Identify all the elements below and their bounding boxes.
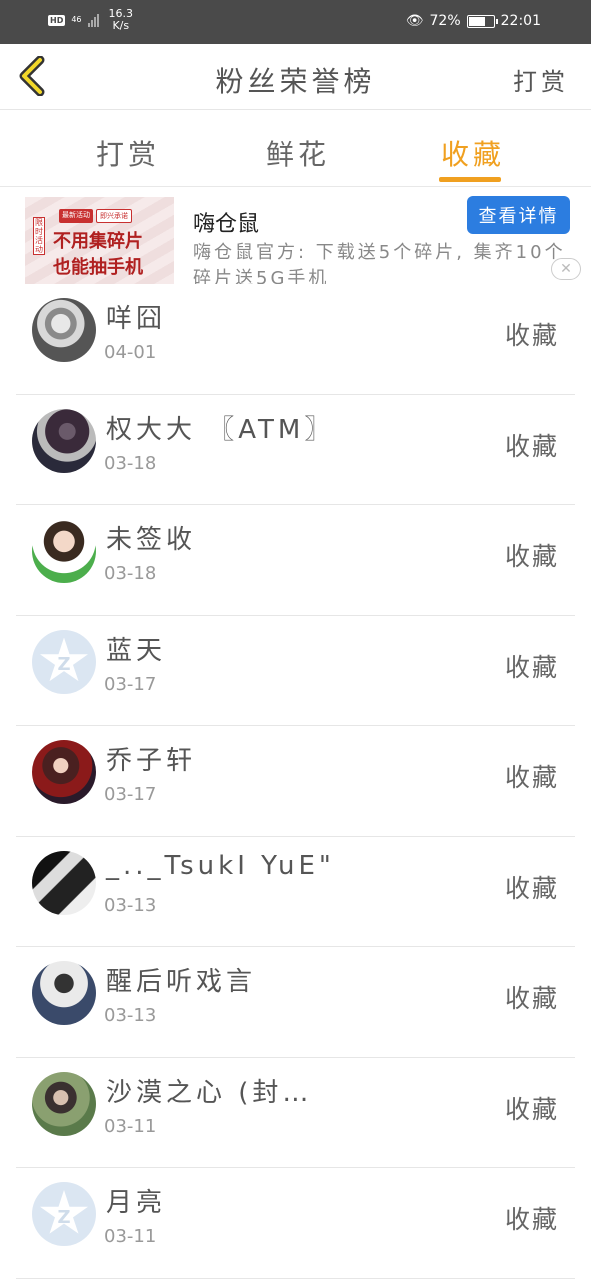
ad-image-line: 也能抽手机 <box>53 257 143 278</box>
avatar[interactable] <box>32 961 96 1025</box>
favorite-date: 03-11 <box>104 1226 157 1247</box>
list-item[interactable]: 咩囧 04-01 收藏 <box>16 284 575 395</box>
list-item[interactable]: Z 蓝天 03-17 收藏 <box>16 616 575 726</box>
avatar[interactable] <box>32 740 96 804</box>
eye-comfort-icon: 👁 <box>405 13 424 29</box>
active-tab-indicator <box>439 177 501 182</box>
battery-icon <box>466 14 498 28</box>
status-right: 👁 72% 22:01 <box>406 13 541 29</box>
default-avatar-star-icon: Z <box>40 637 88 682</box>
avatar[interactable] <box>32 298 96 362</box>
user-name[interactable]: 权大大 〖ATM〗 <box>106 409 334 446</box>
list-item[interactable]: 权大大 〖ATM〗 03-18 收藏 <box>16 395 575 505</box>
user-name[interactable]: 乔子轩 <box>106 740 196 777</box>
avatar[interactable] <box>32 850 96 915</box>
favorite-date: 03-13 <box>104 894 157 916</box>
favorite-label: 收藏 <box>504 984 559 1013</box>
user-name[interactable]: _.._TsukI YuE" <box>106 851 335 881</box>
user-name[interactable]: 咩囧 <box>106 298 166 335</box>
list-item[interactable]: 沙漠之心 (封… 03-11 收藏 <box>16 1058 575 1168</box>
ad-image[interactable]: 限时活动 最新活动 即兴承诺 不用集碎片 也能抽手机 <box>25 197 174 284</box>
ad-image-line: 不用集碎片 <box>53 231 143 252</box>
list-item[interactable]: 醒后听戏言 03-13 收藏 <box>16 947 575 1058</box>
user-name[interactable]: 未签收 <box>106 519 196 556</box>
battery-percent: 72% <box>429 13 461 29</box>
favorite-date: 03-17 <box>104 673 157 695</box>
status-left: HD 46 16.3 K/s <box>48 8 133 32</box>
avatar[interactable]: Z <box>32 629 96 694</box>
user-name[interactable]: 沙漠之心 (封… <box>106 1072 312 1109</box>
close-icon[interactable]: ✕ <box>551 258 581 280</box>
tab-bar: 打赏 鲜花 收藏 <box>0 111 591 187</box>
favorites-list: 咩囧 04-01 收藏 权大大 〖ATM〗 03-18 收藏 未签收 03-18 收藏 Z 蓝天 03… <box>0 284 591 1279</box>
ad-image-badges: 最新活动 即兴承诺 <box>59 209 132 223</box>
favorite-date: 03-17 <box>104 784 157 805</box>
favorite-date: 03-13 <box>104 1005 157 1026</box>
favorite-date: 04-01 <box>104 342 157 363</box>
user-name[interactable]: 蓝天 <box>106 630 166 667</box>
ad-title: 嗨仓鼠 <box>193 212 260 237</box>
favorite-label: 收藏 <box>504 321 559 350</box>
favorite-label: 收藏 <box>504 763 559 792</box>
favorite-label: 收藏 <box>504 542 559 571</box>
favorite-label: 收藏 <box>504 1205 559 1234</box>
network-speed: 16.3 K/s <box>109 8 134 32</box>
status-bar: HD 46 16.3 K/s 👁 72% 22:01 <box>0 0 591 44</box>
ad-image-badge: 最新活动 <box>59 209 93 223</box>
avatar[interactable] <box>32 519 96 583</box>
app-header: 粉丝荣誉榜 打赏 <box>0 44 591 110</box>
default-avatar-z-icon: Z <box>57 1206 71 1228</box>
view-details-button[interactable]: 查看详情 <box>467 196 570 234</box>
favorite-label: 收藏 <box>504 1094 559 1124</box>
avatar[interactable] <box>32 1071 96 1136</box>
favorite-label: 收藏 <box>504 431 559 461</box>
tab-favorites[interactable]: 收藏 <box>441 133 505 173</box>
signal-icon <box>87 13 99 27</box>
reward-button[interactable]: 打赏 <box>513 62 569 97</box>
favorite-date: 03-11 <box>104 1115 157 1137</box>
ad-image-tag: 限时活动 <box>33 217 45 255</box>
user-name[interactable]: 月亮 <box>106 1182 166 1219</box>
favorite-date: 03-18 <box>104 452 157 474</box>
ad-banner[interactable]: 限时活动 最新活动 即兴承诺 不用集碎片 也能抽手机 嗨仓鼠 嗨仓鼠官方: 下载… <box>0 188 591 284</box>
list-item[interactable]: 乔子轩 03-17 收藏 <box>16 726 575 837</box>
favorite-label: 收藏 <box>504 873 559 903</box>
list-item[interactable]: Z 月亮 03-11 收藏 <box>16 1168 575 1279</box>
avatar[interactable]: Z <box>32 1182 96 1246</box>
page-title: 粉丝荣誉榜 <box>215 65 376 98</box>
user-name[interactable]: 醒后听戏言 <box>106 961 256 998</box>
speed-unit: K/s <box>112 19 130 32</box>
favorite-label: 收藏 <box>504 652 559 682</box>
favorite-date: 03-18 <box>104 563 157 584</box>
list-item[interactable]: 未签收 03-18 收藏 <box>16 505 575 616</box>
battery-level <box>468 16 486 26</box>
tab-reward[interactable]: 打赏 <box>96 133 160 173</box>
default-avatar-star-icon: Z <box>40 1190 88 1234</box>
list-item[interactable]: _.._TsukI YuE" 03-13 收藏 <box>16 837 575 947</box>
ad-image-badge: 即兴承诺 <box>96 209 132 223</box>
network-type: 46 <box>71 15 82 24</box>
ad-description: 嗨仓鼠官方: 下载送5个碎片, 集齐10个碎片送5G手机 <box>193 242 566 284</box>
avatar[interactable] <box>32 408 96 473</box>
tab-flowers[interactable]: 鲜花 <box>266 133 330 173</box>
hd-badge: HD <box>48 14 66 26</box>
default-avatar-z-icon: Z <box>57 654 71 675</box>
clock: 22:01 <box>500 13 541 29</box>
